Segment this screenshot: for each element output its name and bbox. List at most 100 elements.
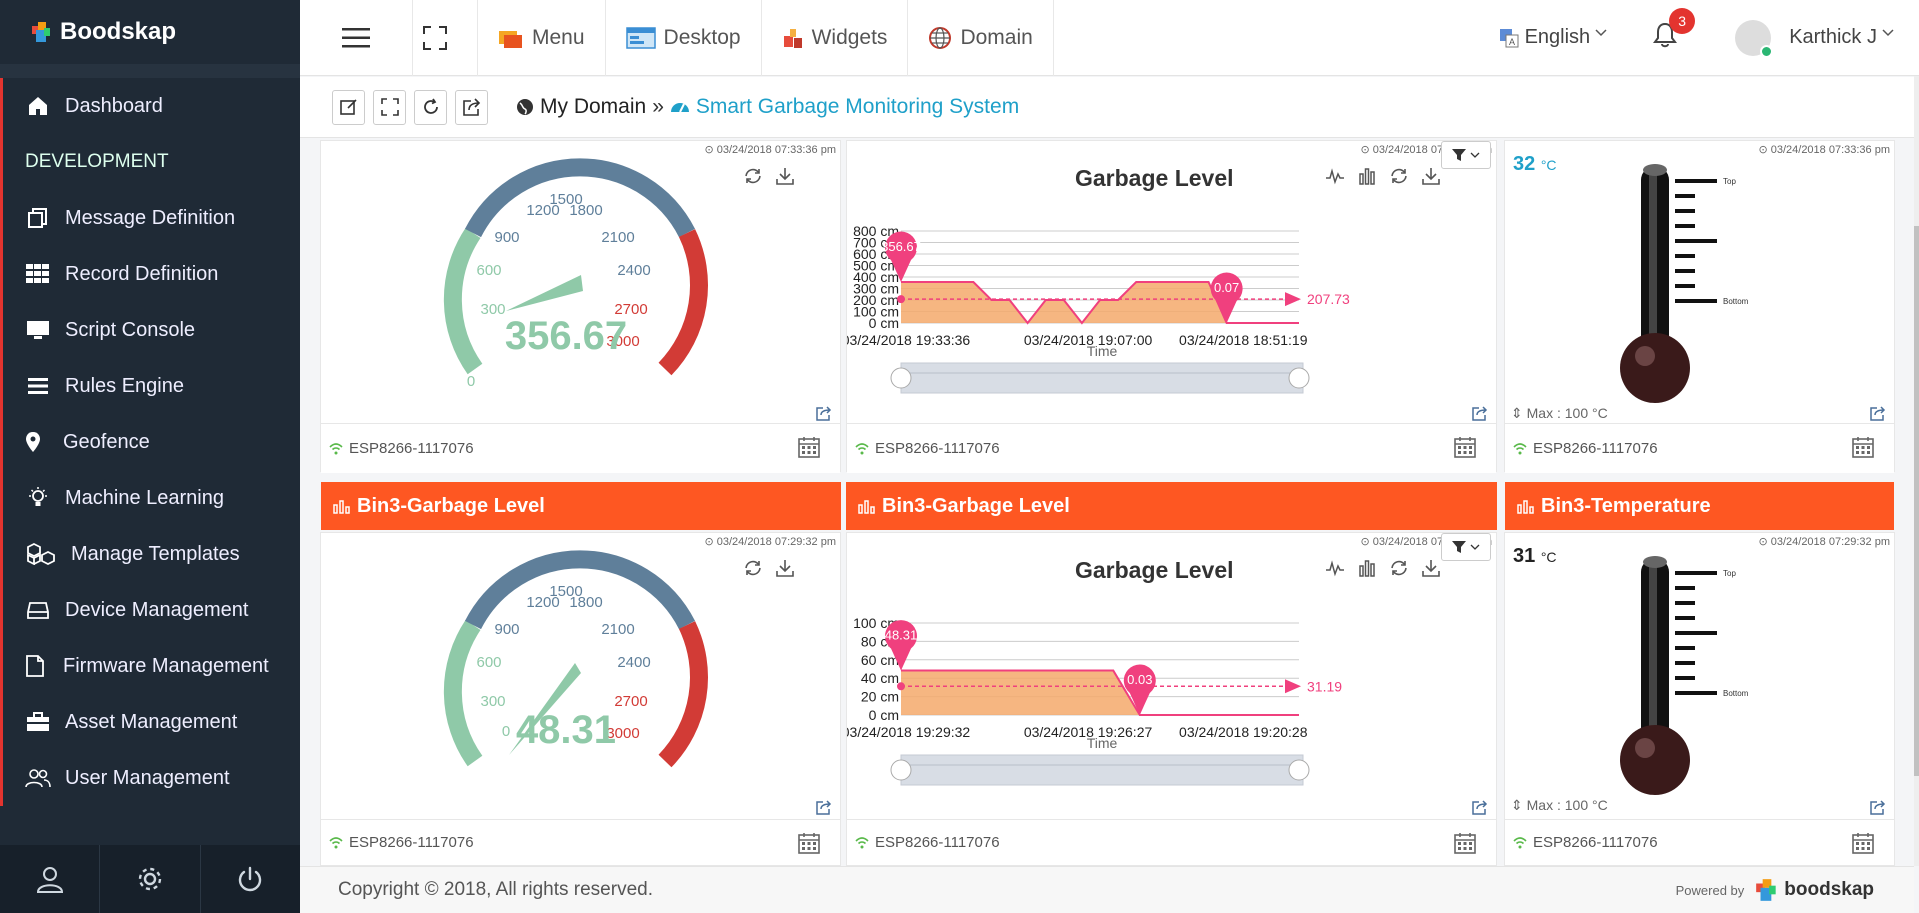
notifications-button[interactable]: 3	[1653, 8, 1696, 53]
domain-label: Domain	[960, 25, 1033, 49]
device-id: ESP8266-1117076	[349, 834, 474, 851]
max-temperature-text: Max : 100 °C	[1526, 405, 1608, 421]
sidebar-item-script-console[interactable]: Script Console	[3, 302, 300, 358]
desktop-button[interactable]: Desktop	[606, 0, 762, 76]
briefcase-icon	[25, 709, 51, 735]
temperature-value: 31 °C	[1513, 545, 1557, 568]
line-chart-icon[interactable]	[1325, 558, 1345, 578]
chevron-down-icon	[1470, 152, 1480, 158]
widget-footer: ESP8266-1117076	[321, 423, 840, 473]
calendar-icon[interactable]	[798, 832, 820, 854]
sidebar-item-label: Asset Management	[65, 710, 238, 733]
sidebar-item-machine-learning[interactable]: Machine Learning	[3, 470, 300, 526]
sidebar-item-record-definition[interactable]: Record Definition	[3, 246, 300, 302]
share-icon[interactable]	[816, 799, 832, 815]
download-icon[interactable]	[1421, 558, 1441, 578]
device-id: ESP8266-1117076	[875, 440, 1000, 457]
device-id: ESP8266-1117076	[1533, 834, 1658, 851]
domain-button[interactable]: Domain	[908, 0, 1054, 76]
calendar-icon[interactable]	[1454, 436, 1476, 458]
sidebar-item-manage-templates[interactable]: Manage Templates	[3, 526, 300, 582]
lightbulb-icon	[25, 485, 51, 511]
max-temperature: ⇕ Max : 100 °C	[1511, 405, 1608, 421]
fullscreen-dashboard-button[interactable]	[373, 89, 406, 125]
calendar-icon[interactable]	[798, 436, 820, 458]
share-button[interactable]	[455, 89, 488, 125]
share-icon[interactable]	[1472, 799, 1488, 815]
breadcrumb-home[interactable]: My Domain	[540, 95, 646, 119]
profile-button[interactable]	[0, 845, 101, 913]
share-icon[interactable]	[1472, 405, 1488, 421]
download-icon[interactable]	[1421, 166, 1441, 186]
share-icon	[462, 98, 480, 116]
x-tick-label: 03/24/2018 19:29:32	[847, 724, 970, 740]
sidebar-item-dashboard[interactable]: Dashboard	[3, 78, 300, 134]
page-scrollbar[interactable]	[1914, 76, 1919, 866]
wifi-icon	[855, 836, 869, 849]
max-temperature-text: Max : 100 °C	[1526, 797, 1608, 813]
settings-button[interactable]	[100, 845, 201, 913]
timestamp-text: 03/24/2018 07:33:36 pm	[1770, 144, 1890, 156]
sidebar-item-message-definition[interactable]: Message Definition	[3, 190, 300, 246]
edit-icon	[339, 99, 357, 115]
filter-dropdown[interactable]	[1441, 141, 1491, 169]
power-icon	[239, 866, 262, 892]
sidebar-item-label: Machine Learning	[65, 486, 224, 509]
widget-title: Bin3-Garbage Level	[357, 494, 545, 517]
sidebar-item-label: Message Definition	[65, 206, 236, 229]
sidebar-item-asset-management[interactable]: Asset Management	[3, 694, 300, 750]
y-tick-label: 0 cm	[869, 707, 899, 723]
sidebar-item-label: Dashboard	[65, 94, 163, 117]
share-icon[interactable]	[1870, 405, 1886, 421]
line-chart-icon[interactable]	[1325, 166, 1345, 186]
gauge-chart: 0 300 600 900 1200 1500 1800 2100 2400 2…	[443, 158, 708, 390]
thermometer-bottom-label: Bottom	[1723, 689, 1749, 698]
y-tick-label: 20 cm	[861, 689, 899, 705]
temperature-number: 32	[1513, 153, 1536, 175]
calendar-icon[interactable]	[1454, 832, 1476, 854]
sidebar-item-user-management[interactable]: User Management	[3, 750, 300, 806]
share-icon[interactable]	[816, 405, 832, 421]
bar-chart-icon[interactable]	[1357, 558, 1377, 578]
gauge-tick-label: 300	[480, 693, 505, 710]
refresh-icon[interactable]	[1389, 166, 1409, 186]
edit-button[interactable]	[332, 89, 365, 125]
globe-icon	[928, 26, 952, 50]
sidebar-item-geofence[interactable]: Geofence	[3, 414, 300, 470]
sidebar-item-device-management[interactable]: Device Management	[3, 582, 300, 638]
chevron-down-icon	[1470, 544, 1480, 550]
user-menu[interactable]: Karthick J	[1735, 19, 1895, 58]
sidebar-item-rules-engine[interactable]: Rules Engine	[3, 358, 300, 414]
refresh-icon[interactable]	[1389, 558, 1409, 578]
filter-dropdown[interactable]	[1441, 533, 1491, 561]
expand-icon	[380, 98, 399, 116]
calendar-icon[interactable]	[1852, 832, 1874, 854]
sidebar-item-label: Manage Templates	[71, 542, 240, 565]
hamburger-button[interactable]	[300, 0, 413, 76]
fullscreen-button[interactable]	[413, 0, 478, 76]
widgets-button[interactable]: Widgets	[762, 0, 909, 76]
refresh-button[interactable]	[414, 89, 447, 125]
share-icon[interactable]	[1870, 799, 1886, 815]
breadcrumb: My Domain » Smart Garbage Monitoring Sys…	[516, 95, 1019, 119]
temperature-number: 31	[1513, 545, 1536, 567]
scrollbar-thumb[interactable]	[1914, 226, 1919, 776]
temperature-unit: °C	[1540, 549, 1557, 565]
page-footer: Copyright © 2018, All rights reserved. P…	[300, 866, 1914, 913]
language-selector[interactable]: A English	[1499, 26, 1609, 49]
filter-icon	[1452, 149, 1466, 161]
gauge-tick-label: 1800	[569, 202, 602, 219]
device-id: ESP8266-1117076	[875, 834, 1000, 851]
menu-button[interactable]: Menu	[478, 0, 606, 76]
timestamp: ⊙ 03/24/2018 07:29:32 pm	[1758, 536, 1890, 548]
sidebar-item-firmware-management[interactable]: Firmware Management	[3, 638, 300, 694]
sidebar-item-label: Geofence	[63, 430, 150, 453]
bar-chart-icon[interactable]	[1357, 166, 1377, 186]
chart-actions	[1325, 166, 1441, 186]
gauge-tick-label: 2100	[601, 621, 634, 638]
calendar-icon[interactable]	[1852, 436, 1874, 458]
gauge-tick-label: 900	[494, 621, 519, 638]
gauge-tick-label: 300	[480, 301, 505, 318]
app-logo[interactable]: Boodskap	[0, 0, 300, 64]
logout-button[interactable]	[201, 845, 300, 913]
